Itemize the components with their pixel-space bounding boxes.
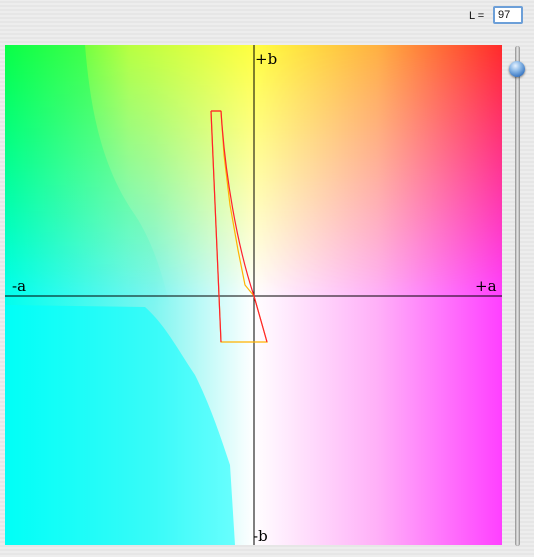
minus-b-label: -b bbox=[253, 527, 268, 545]
lightness-slider-track[interactable] bbox=[515, 46, 520, 546]
plus-a-label: +a bbox=[475, 277, 497, 295]
minus-a-label: -a bbox=[12, 277, 27, 295]
lightness-slider-knob[interactable] bbox=[509, 61, 525, 77]
lightness-input[interactable] bbox=[493, 6, 523, 24]
ab-color-plane[interactable]: +b -b +a -a bbox=[5, 45, 502, 545]
lightness-label: L = bbox=[469, 10, 485, 22]
plus-b-label: +b bbox=[255, 50, 278, 68]
ab-plane-svg bbox=[5, 45, 502, 545]
